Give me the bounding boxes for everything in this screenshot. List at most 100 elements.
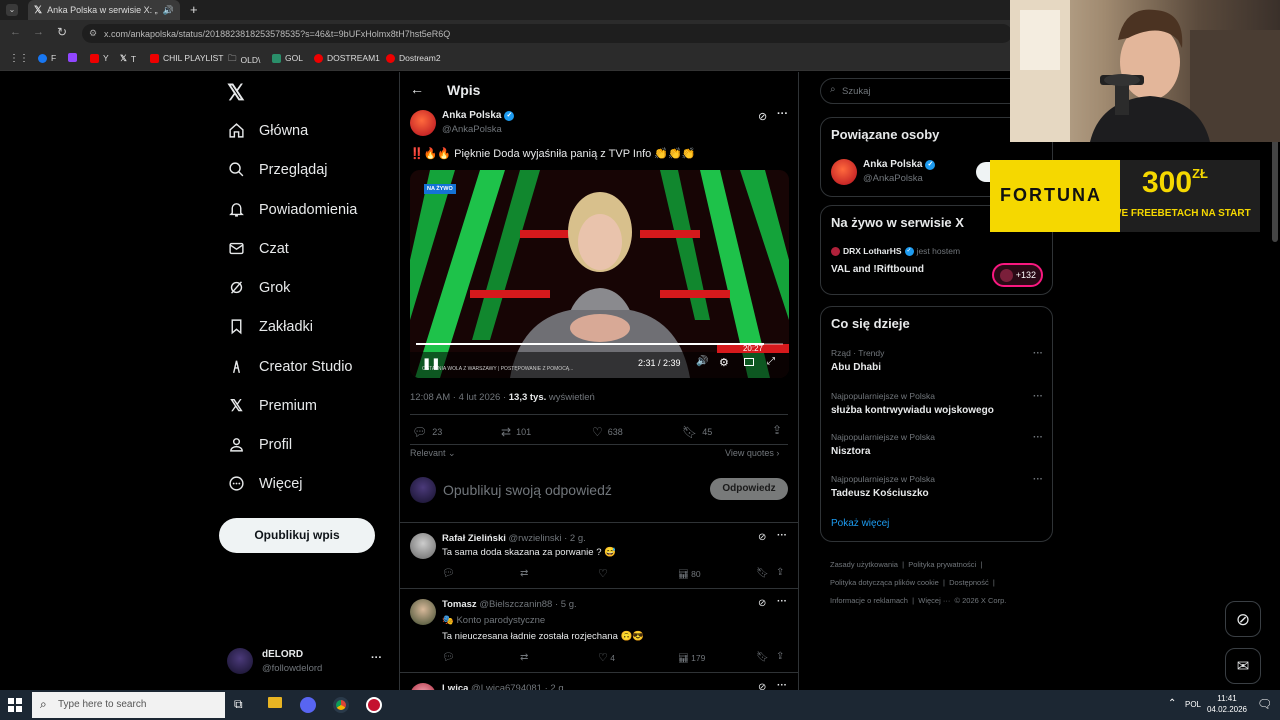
video-progress-track[interactable]: [416, 343, 783, 345]
reply-grok-icon[interactable]: ⊘: [758, 532, 766, 543]
reply-avatar[interactable]: [410, 533, 436, 559]
related-name[interactable]: Anka Polska ✓: [863, 159, 936, 170]
reply-icon[interactable]: 💬︎: [442, 652, 455, 663]
nav-grok[interactable]: Grok: [228, 279, 290, 296]
tray-chevron-icon[interactable]: ⌃: [1168, 698, 1176, 709]
footer-link[interactable]: Polityka dotycząca plików cookie: [830, 578, 939, 587]
nav-chat[interactable]: Czat: [228, 240, 289, 257]
reply-input[interactable]: Opublikuj swoją odpowiedź: [443, 482, 612, 498]
grok-floating-button[interactable]: ⊘: [1225, 601, 1261, 637]
footer-link[interactable]: Dostępność: [949, 578, 989, 587]
post-button[interactable]: Opublikuj wpis: [219, 518, 375, 553]
bookmark-action[interactable]: 🔖︎ 45: [682, 425, 712, 439]
bookmark-y[interactable]: Y: [90, 53, 109, 63]
live-show-title[interactable]: VAL and !Riftbound: [831, 264, 924, 275]
share-icon[interactable]: ⇪: [776, 651, 784, 662]
reply-icon[interactable]: 💬︎: [442, 568, 455, 579]
video-player[interactable]: NA ŻYWO 20:27 OSTATNIA WOLA Z WARSZAWY |…: [410, 170, 789, 378]
nav-creator-studio[interactable]: Creator Studio: [228, 358, 353, 375]
account-more-icon[interactable]: ···: [371, 652, 382, 664]
trend-more-icon[interactable]: ···: [1033, 391, 1043, 402]
show-more-link[interactable]: Pokaż więcej: [831, 518, 889, 529]
forward-arrow-icon[interactable]: →: [33, 26, 44, 38]
bookmark-f[interactable]: F: [38, 53, 56, 63]
nav-bookmarks[interactable]: Zakładki: [228, 318, 313, 335]
volume-icon[interactable]: 🔊: [696, 356, 708, 367]
nav-explore[interactable]: Przeglądaj: [228, 161, 328, 178]
chrome-icon[interactable]: [333, 697, 349, 713]
author-avatar[interactable]: [410, 110, 436, 136]
nav-home[interactable]: Główna: [228, 122, 308, 139]
back-arrow-icon[interactable]: ←: [410, 81, 424, 97]
settings-gear-icon[interactable]: ⚙: [719, 356, 729, 369]
nav-more[interactable]: Więcej: [228, 475, 303, 492]
pause-icon[interactable]: ❚❚: [422, 357, 440, 370]
trend-item[interactable]: Najpopularniejsze w Polska Tadeusz Kości…: [831, 474, 1043, 499]
reply-grok-icon[interactable]: ⊘: [758, 598, 766, 609]
bookmark-gol[interactable]: GOL: [272, 53, 303, 63]
reply-action[interactable]: 💬︎ 23: [412, 425, 442, 439]
bookmark-twitch[interactable]: [68, 53, 77, 62]
reply-more-icon[interactable]: ···: [777, 530, 787, 541]
repost-icon[interactable]: ⇄: [520, 652, 528, 663]
notification-icon[interactable]: 🗨︎: [1257, 697, 1272, 711]
app-icon[interactable]: [366, 697, 382, 713]
share-icon[interactable]: ⇪: [776, 567, 784, 578]
footer-link[interactable]: Polityka prywatności: [908, 560, 976, 569]
live-listeners-pill[interactable]: +132: [992, 263, 1043, 287]
view-quotes-link[interactable]: View quotes ›: [725, 448, 779, 458]
browser-tab[interactable]: 𝕏 Anka Polska w serwisie X: „ 🔊 ✕: [28, 0, 180, 20]
reply-more-icon[interactable]: ···: [777, 596, 787, 607]
bookmark-dostream1[interactable]: DOSTREAM1: [314, 53, 380, 63]
trend-more-icon[interactable]: ···: [1033, 348, 1043, 359]
bookmark-icon[interactable]: 🔖︎: [756, 568, 769, 579]
trend-item[interactable]: Najpopularniejsze w Polska służba kontrw…: [831, 391, 1043, 416]
like-action[interactable]: ♡ 638: [592, 425, 623, 439]
repost-action[interactable]: ⇄ 101: [501, 425, 531, 439]
site-info-icon[interactable]: ⚙: [89, 28, 97, 39]
bookmark-old[interactable]: 🗀 OLD\: [228, 53, 260, 67]
author-name[interactable]: Anka Polska ✓: [442, 110, 515, 121]
new-tab-button[interactable]: +: [190, 2, 198, 17]
task-view-icon[interactable]: ⧉: [234, 697, 243, 712]
tab-close-icon[interactable]: ✕: [179, 5, 180, 16]
reply-author[interactable]: Tomasz @Bielszczanin88 · 5 g.: [442, 599, 577, 610]
like-stat[interactable]: ♡ 4: [598, 651, 615, 664]
taskbar-clock[interactable]: 11:41 04.02.2026: [1205, 693, 1249, 715]
bookmark-chil-playlist[interactable]: CHIL PLAYLIST: [150, 53, 223, 63]
bookmark-dostream2[interactable]: Dostream2: [386, 53, 441, 63]
bookmark-t[interactable]: 𝕏T: [120, 53, 136, 64]
share-icon[interactable]: ⇪: [772, 423, 782, 437]
reply-item[interactable]: Rafał Zieliński @rwzielinski · 2 g. ⊘ ··…: [400, 522, 798, 588]
reload-icon[interactable]: ↻: [57, 25, 67, 39]
post-more-icon[interactable]: ···: [777, 108, 788, 120]
views-stat[interactable]: 📊︎ 179: [678, 653, 705, 664]
apps-grid-icon[interactable]: ⋮⋮: [9, 53, 29, 64]
reply-item[interactable]: Lwica @Lwica6794081 · 2 g. ⊘ ···: [400, 672, 798, 692]
related-avatar[interactable]: [831, 159, 857, 185]
file-explorer-icon[interactable]: [268, 697, 282, 708]
reply-item[interactable]: Tomasz @Bielszczanin88 · 5 g. ⊘ ··· 🎭 Ko…: [400, 588, 798, 672]
trend-item[interactable]: Najpopularniejsze w Polska Nisztora ···: [831, 432, 1043, 457]
messages-floating-button[interactable]: ✉: [1225, 648, 1261, 684]
taskbar-search[interactable]: ⌕ Type here to search: [32, 692, 225, 718]
footer-link[interactable]: Informacje o reklamach: [830, 596, 908, 605]
discord-icon[interactable]: [300, 697, 316, 713]
url-field[interactable]: ⚙ x.com/ankapolska/status/20188238182535…: [82, 24, 1012, 43]
back-arrow-icon[interactable]: ←: [10, 26, 21, 38]
trend-more-icon[interactable]: ···: [1033, 432, 1043, 443]
x-logo-icon[interactable]: 𝕏: [227, 80, 245, 106]
repost-icon[interactable]: ⇄: [520, 568, 528, 579]
footer-link[interactable]: Zasady użytkowania: [830, 560, 898, 569]
sort-dropdown[interactable]: Relevant ⌄: [410, 448, 456, 459]
reply-avatar[interactable]: [410, 599, 436, 625]
pip-icon[interactable]: [744, 358, 754, 366]
trend-item[interactable]: Rząd · Trendy Abu Dhabi ···: [831, 348, 1043, 373]
nav-premium[interactable]: 𝕏 Premium: [228, 397, 317, 415]
footer-link[interactable]: Więcej ···: [918, 596, 950, 605]
reply-author[interactable]: Rafał Zieliński @rwzielinski · 2 g.: [442, 533, 586, 544]
reply-submit-button[interactable]: Odpowiedz: [710, 478, 788, 500]
tab-search-icon[interactable]: ⌄: [6, 4, 18, 16]
nav-profile[interactable]: Profil: [228, 436, 292, 453]
bookmark-icon[interactable]: 🔖︎: [756, 652, 769, 663]
